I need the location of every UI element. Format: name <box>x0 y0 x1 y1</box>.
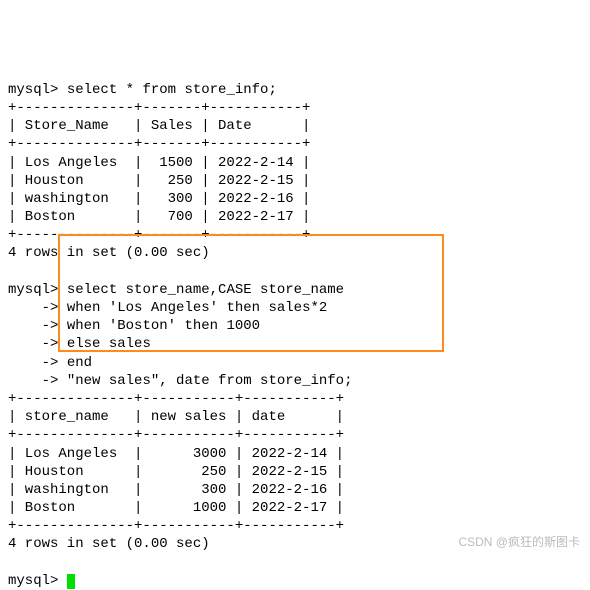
table2-border-top: +--------------+-----------+-----------+ <box>8 391 344 407</box>
cont-prompt: -> <box>42 373 59 389</box>
cont-prompt: -> <box>42 318 59 334</box>
table1-border-bot: +--------------+-------+-----------+ <box>8 227 310 243</box>
query2-line2: when 'Los Angeles' then sales*2 <box>67 300 327 316</box>
table1-summary: 4 rows in set (0.00 sec) <box>8 245 210 261</box>
prompt: mysql> <box>8 282 58 298</box>
terminal-output: mysql> select * from store_info; +------… <box>8 82 352 589</box>
table2-row: | Los Angeles | 3000 | 2022-2-14 | <box>8 446 344 462</box>
table1-row: | Boston | 700 | 2022-2-17 | <box>8 209 310 225</box>
table2-border-mid: +--------------+-----------+-----------+ <box>8 427 344 443</box>
query2-line4: else sales <box>67 336 151 352</box>
table1-row: | Houston | 250 | 2022-2-15 | <box>8 173 310 189</box>
cont-prompt: -> <box>42 300 59 316</box>
table1-row: | washington | 300 | 2022-2-16 | <box>8 191 310 207</box>
watermark: CSDN @疯狂的斯图卡 <box>458 535 580 551</box>
query2-line6: "new sales", date from store_info; <box>67 373 353 389</box>
prompt: mysql> <box>8 573 58 589</box>
table1-border-mid: +--------------+-------+-----------+ <box>8 136 310 152</box>
table2-row: | Boston | 1000 | 2022-2-17 | <box>8 500 344 516</box>
table1-header: | Store_Name | Sales | Date | <box>8 118 310 134</box>
table2-row: | Houston | 250 | 2022-2-15 | <box>8 464 344 480</box>
table2-row: | washington | 300 | 2022-2-16 | <box>8 482 344 498</box>
prompt: mysql> <box>8 82 58 98</box>
query2-line3: when 'Boston' then 1000 <box>67 318 260 334</box>
query2-line1: select store_name,CASE store_name <box>67 282 344 298</box>
cont-prompt: -> <box>42 336 59 352</box>
cont-prompt: -> <box>42 355 59 371</box>
table2-summary: 4 rows in set (0.00 sec) <box>8 536 210 552</box>
query1: select * from store_info; <box>67 82 277 98</box>
table2-header: | store_name | new sales | date | <box>8 409 344 425</box>
cursor-icon[interactable] <box>67 574 75 589</box>
table1-border-top: +--------------+-------+-----------+ <box>8 100 310 116</box>
table2-border-bot: +--------------+-----------+-----------+ <box>8 518 344 534</box>
table1-row: | Los Angeles | 1500 | 2022-2-14 | <box>8 155 310 171</box>
query2-line5: end <box>67 355 92 371</box>
